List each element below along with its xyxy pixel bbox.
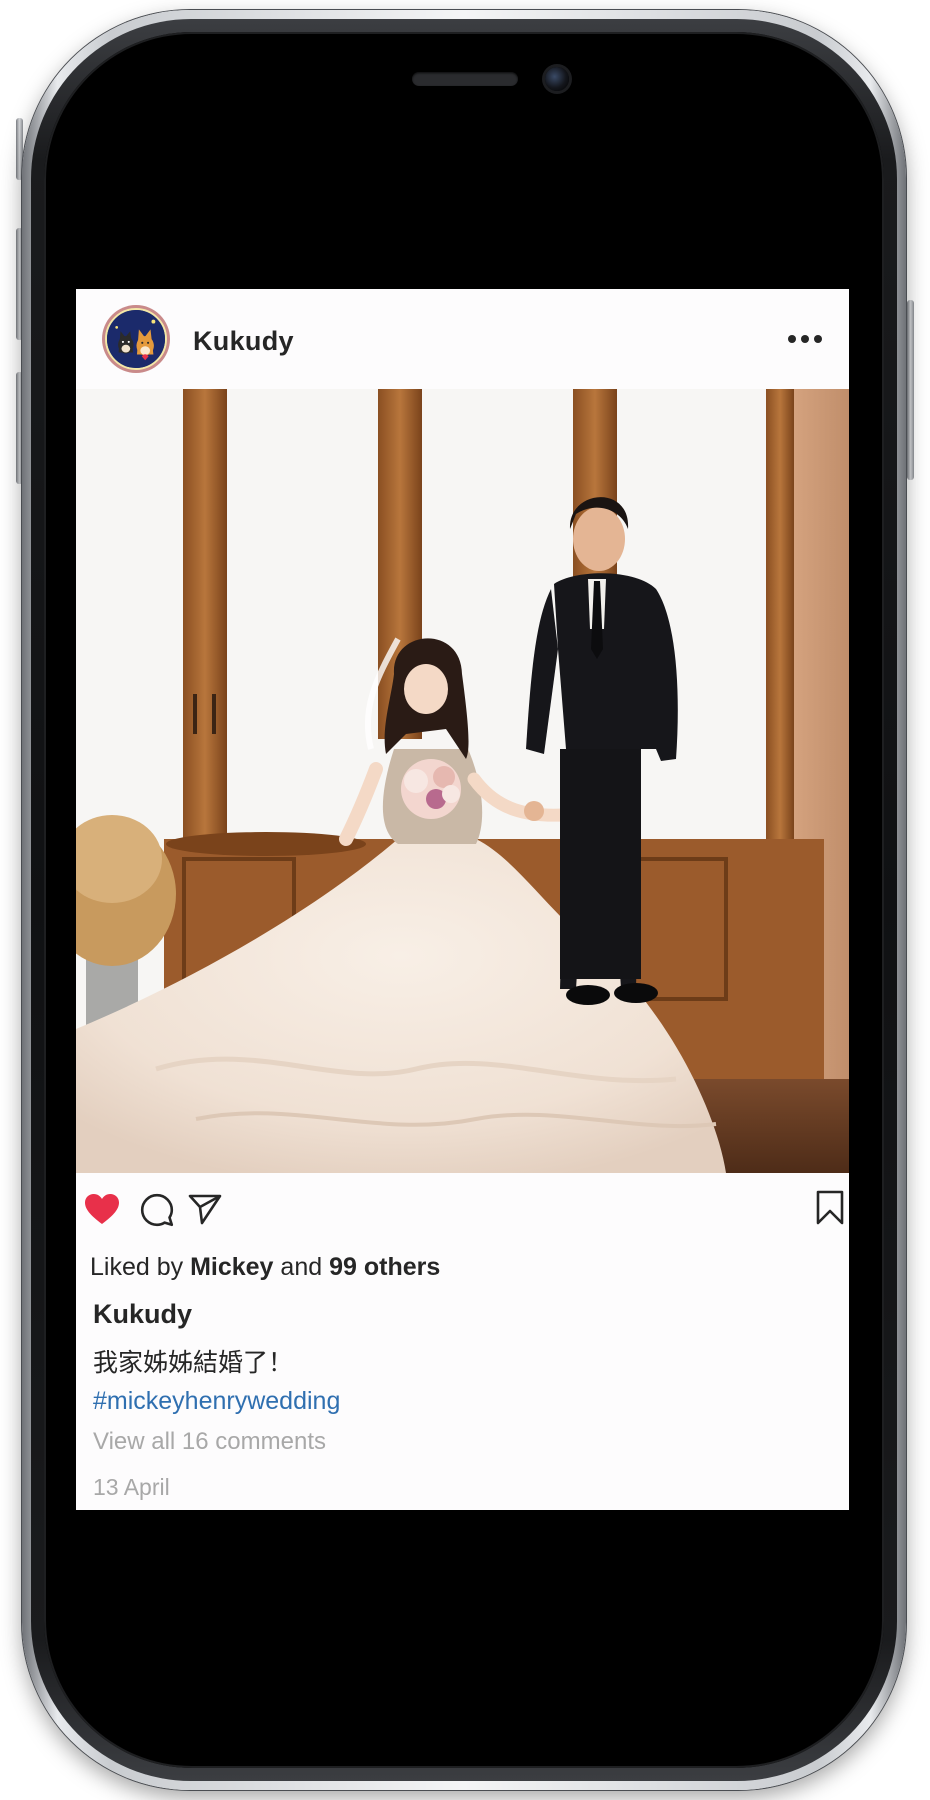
more-horizontal-icon[interactable] [786, 329, 824, 349]
hashtag-link[interactable]: #mickeyhenrywedding [93, 1387, 849, 1416]
power-button [907, 300, 914, 480]
post-date: 13 April [93, 1474, 170, 1500]
avatar[interactable] [102, 305, 170, 373]
action-bar [76, 1173, 849, 1243]
paper-plane-icon[interactable] [188, 1193, 222, 1227]
caption-text: 我家姊姊結婚了！ [93, 1348, 294, 1377]
mockup-stage: Kukudy Liked by Mickey and 99 others Kuk… [0, 0, 930, 1800]
heart-filled-icon[interactable] [84, 1193, 120, 1225]
earpiece-speaker [412, 72, 518, 86]
dog-avatar-icon [105, 308, 167, 370]
bookmark-icon[interactable] [816, 1190, 844, 1226]
liked-by-user[interactable]: Mickey [190, 1253, 273, 1281]
front-camera [545, 67, 569, 91]
view-comments-link[interactable]: View all 16 comments [93, 1428, 849, 1456]
caption-username[interactable]: Kukudy [93, 1299, 849, 1330]
likes-prefix: Liked by [90, 1253, 184, 1281]
post-username[interactable]: Kukudy [193, 326, 294, 357]
likes-summary: Liked by Mickey and 99 others [90, 1253, 849, 1282]
likes-joiner: and [280, 1253, 323, 1281]
comment-bubble-icon[interactable] [140, 1193, 174, 1227]
instagram-post-screen: Kukudy Liked by Mickey and 99 others Kuk… [76, 289, 849, 1510]
post-photo[interactable] [76, 389, 849, 1173]
post-header: Kukudy [76, 289, 849, 389]
likes-others-link[interactable]: 99 others [329, 1253, 440, 1281]
